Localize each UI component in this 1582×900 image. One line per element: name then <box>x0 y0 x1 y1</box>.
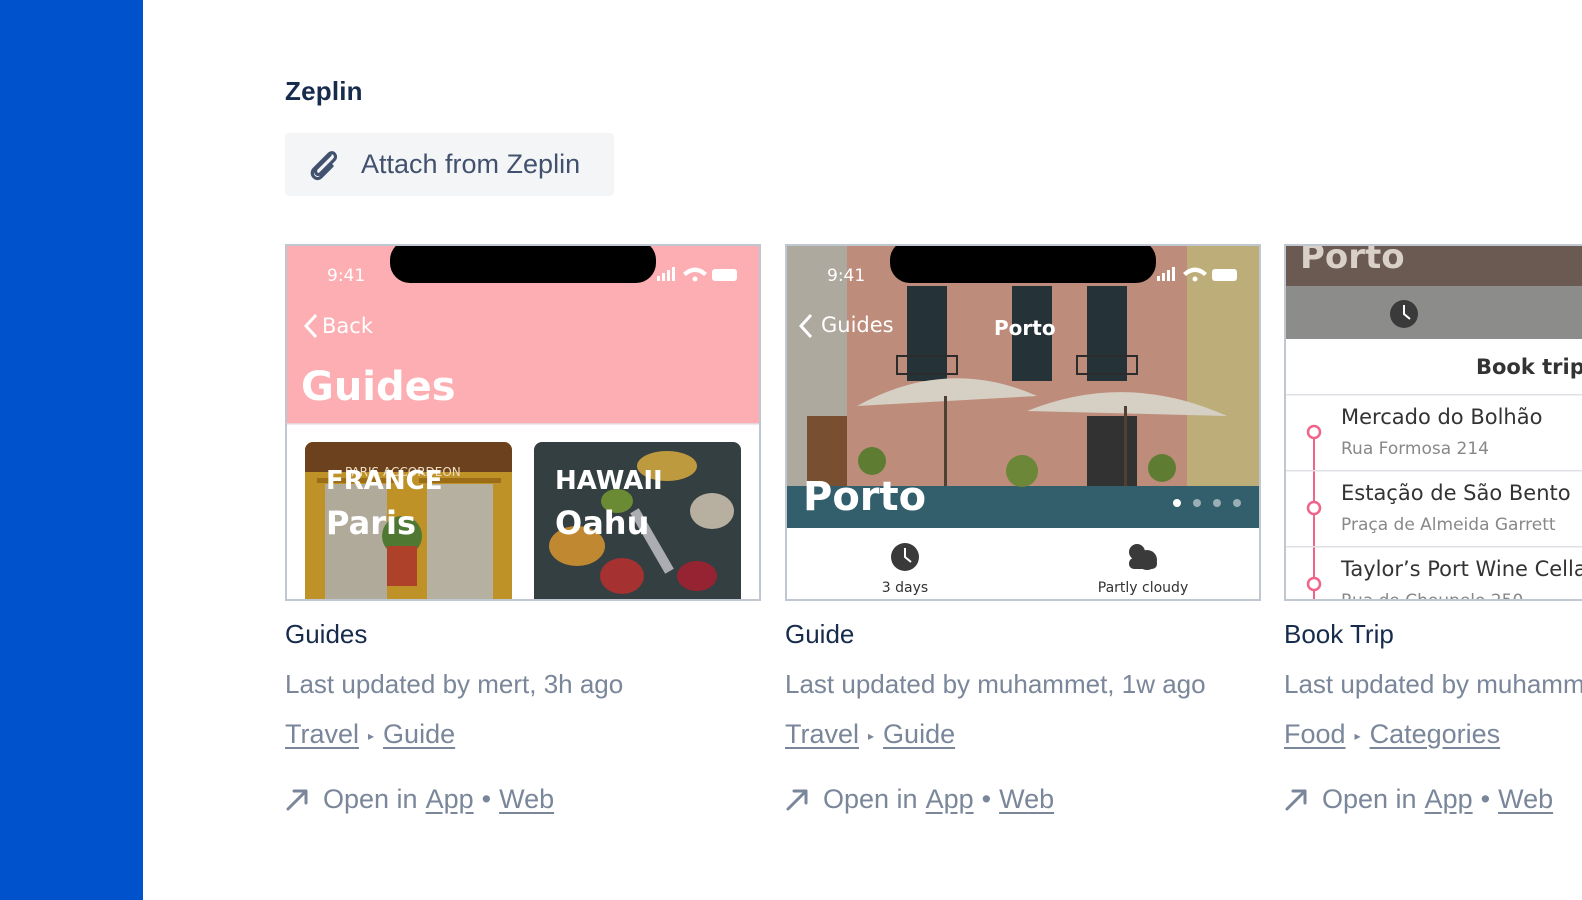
open-in-row: Open in App • Web <box>285 782 761 816</box>
card-updated-meta: Last updated by muhammet, 1w ago <box>785 669 1206 699</box>
card-title[interactable]: Guides <box>285 618 761 650</box>
breadcrumb-separator-icon: ▸ <box>1354 728 1361 743</box>
stop-name: Mercado do Bolhão <box>1341 405 1542 429</box>
breadcrumb: Food ▸ Categories <box>1284 717 1582 751</box>
stop-address: Rua Formosa 214 <box>1341 439 1489 459</box>
card-updated-meta: Last updated by mert, 3h ago <box>285 669 624 699</box>
section-title: Zeplin <box>285 76 363 106</box>
open-in-label: Open in <box>323 784 418 814</box>
sidebar <box>0 0 143 900</box>
screen-thumbnail[interactable]: 9:41 Back Guides PARIS ACCORDEON FRANCE … <box>285 244 761 601</box>
external-arrow-icon <box>1285 789 1307 811</box>
stat-duration: 3 days <box>882 580 928 596</box>
design-card-book-trip[interactable]: Porto Book trip Mercado do Bolhão Rua Fo… <box>1284 244 1582 816</box>
phone-notch <box>890 246 1156 283</box>
bullet-separator: • <box>1480 784 1491 814</box>
open-in-row: Open in App • Web <box>1284 782 1582 816</box>
stop-address: Praça de Almeida Garrett <box>1341 515 1556 535</box>
phone-notch <box>390 246 656 283</box>
screen-heading: Guides <box>301 364 456 410</box>
tile-country: FRANCE <box>326 466 443 496</box>
breadcrumb-section-link[interactable]: Guide <box>383 719 455 749</box>
card-title[interactable]: Guide <box>785 618 1261 650</box>
breadcrumb: Travel ▸ Guide <box>285 717 761 751</box>
breadcrumb-project-link[interactable]: Travel <box>285 719 359 749</box>
screen-thumbnail[interactable]: Porto Book trip Mercado do Bolhão Rua Fo… <box>1284 244 1582 601</box>
attach-from-zeplin-button[interactable]: Attach from Zeplin <box>285 133 614 196</box>
back-label: Guides <box>821 313 894 337</box>
attach-button-label: Attach from Zeplin <box>361 149 581 179</box>
stop-name: Estação de São Bento <box>1341 481 1571 505</box>
main-content: Zeplin Attach from Zeplin 9:41 Back Guid… <box>143 0 1582 900</box>
status-time: 9:41 <box>327 266 365 286</box>
external-arrow-icon <box>286 789 308 811</box>
tile-city: Oahu <box>555 504 649 542</box>
tile-city: Paris <box>326 504 416 542</box>
open-in-label: Open in <box>1322 784 1417 814</box>
clock-icon <box>891 543 919 571</box>
design-card-guide[interactable]: 9:41 Guides Porto Porto 3 days Partly cl… <box>785 244 1261 816</box>
open-in-app-link[interactable]: App <box>1425 782 1473 816</box>
breadcrumb: Travel ▸ Guide <box>785 717 1261 751</box>
book-trip-label: Book trip <box>1476 355 1582 379</box>
back-label: Back <box>322 314 374 338</box>
paperclip-icon <box>310 150 338 180</box>
nav-title: Porto <box>994 316 1056 340</box>
screen-thumbnail[interactable]: 9:41 Guides Porto Porto 3 days Partly cl… <box>785 244 1261 601</box>
design-card-guides[interactable]: 9:41 Back Guides PARIS ACCORDEON FRANCE … <box>285 244 761 816</box>
open-in-web-link[interactable]: Web <box>499 782 554 816</box>
bullet-separator: • <box>981 784 992 814</box>
top-title: Porto <box>1300 246 1405 277</box>
status-time: 9:41 <box>827 266 865 286</box>
external-arrow-icon <box>786 789 808 811</box>
stop-address: Rua do Choupelo 250 <box>1341 591 1523 599</box>
open-in-app-link[interactable]: App <box>426 782 474 816</box>
open-in-row: Open in App • Web <box>785 782 1261 816</box>
stat-weather: Partly cloudy <box>1098 580 1188 596</box>
stop-name: Taylor’s Port Wine Cellars <box>1340 557 1582 581</box>
breadcrumb-separator-icon: ▸ <box>368 728 375 743</box>
bullet-separator: • <box>481 784 492 814</box>
card-title[interactable]: Book Trip <box>1284 618 1582 650</box>
open-in-web-link[interactable]: Web <box>999 782 1054 816</box>
breadcrumb-section-link[interactable]: Categories <box>1370 719 1501 749</box>
open-in-app-link[interactable]: App <box>926 782 974 816</box>
breadcrumb-project-link[interactable]: Travel <box>785 719 859 749</box>
open-in-web-link[interactable]: Web <box>1498 782 1553 816</box>
breadcrumb-separator-icon: ▸ <box>868 728 875 743</box>
tile-country: HAWAII <box>555 466 663 496</box>
card-updated-meta: Last updated by muhammet, 1w ago <box>1284 669 1582 699</box>
hero-title: Porto <box>803 474 926 520</box>
clock-icon <box>1390 300 1418 328</box>
breadcrumb-project-link[interactable]: Food <box>1284 719 1346 749</box>
breadcrumb-section-link[interactable]: Guide <box>883 719 955 749</box>
open-in-label: Open in <box>823 784 918 814</box>
